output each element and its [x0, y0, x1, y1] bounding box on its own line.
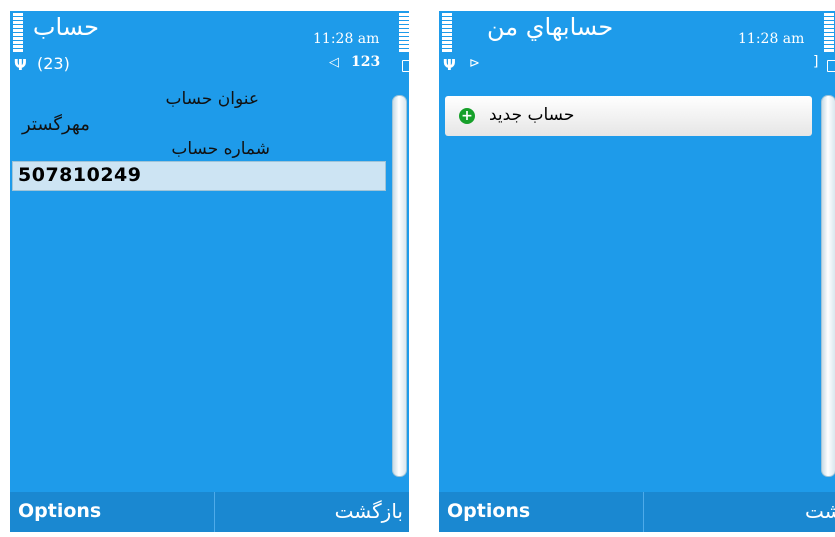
clock: 11:28 am	[313, 31, 380, 47]
back-softkey[interactable]: بازگشت	[335, 499, 403, 523]
options-softkey[interactable]: Options	[18, 500, 101, 522]
envelope-icon: ◁	[329, 55, 339, 70]
softkey-divider	[214, 492, 215, 532]
phone-icon	[402, 60, 409, 72]
battery-icon	[399, 13, 409, 53]
page-title: حساب	[32, 13, 99, 41]
account-number-value: 507810249	[18, 164, 142, 186]
softkey-bar: Options بازگشت	[10, 492, 409, 532]
account-detail-screen: حساب 11:28 am Ψ (23) ◁ 123 عنوان حساب مه…	[10, 11, 409, 532]
antenna-icon: Ψ	[14, 56, 27, 74]
options-softkey[interactable]: Options	[447, 500, 530, 522]
my-accounts-screen: حسابهاي من 11:28 am Ψ ⊳ ] + حساب جديد Op…	[439, 11, 835, 532]
clock: 11:28 am	[738, 31, 805, 47]
account-title-value: مهرگستر	[22, 114, 90, 135]
status-icon: ⊳	[469, 56, 480, 71]
add-icon: +	[459, 108, 475, 124]
account-number-label: شماره حساب	[171, 139, 270, 159]
phone-icon	[827, 60, 835, 72]
battery-icon	[824, 13, 834, 53]
scrollbar[interactable]	[392, 95, 407, 477]
account-number-field[interactable]: 507810249	[12, 161, 386, 191]
status-bracket-icon: ]	[813, 54, 819, 70]
softkey-divider	[643, 492, 644, 532]
page-title: حسابهاي من	[487, 13, 614, 41]
new-account-label: حساب جديد	[489, 105, 575, 125]
signal-icon	[442, 13, 452, 53]
account-title-label: عنوان حساب	[165, 89, 259, 109]
counter: (23)	[37, 54, 70, 73]
softkey-bar: Options بازگشت	[439, 492, 835, 532]
signal-icon	[13, 13, 23, 53]
antenna-icon: Ψ	[443, 56, 456, 74]
scrollbar[interactable]	[821, 95, 835, 477]
message-count: 123	[351, 54, 381, 70]
back-softkey[interactable]: بازگشت	[805, 499, 835, 523]
new-account-item[interactable]: + حساب جديد	[445, 96, 812, 136]
